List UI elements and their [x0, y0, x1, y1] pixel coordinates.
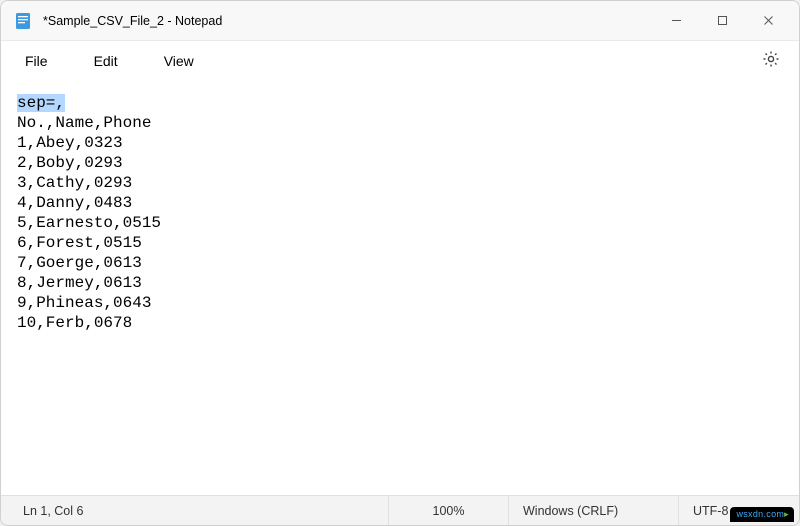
editor-content: No.,Name,Phone 1,Abey,0323 2,Boby,0293 3…	[17, 114, 161, 332]
status-position: Ln 1, Col 6	[1, 496, 389, 525]
notepad-app-icon	[13, 11, 33, 31]
minimize-button[interactable]	[653, 1, 699, 41]
menu-view[interactable]: View	[150, 47, 208, 75]
notepad-window: *Sample_CSV_File_2 - Notepad File Edit V…	[0, 0, 800, 526]
text-editor[interactable]: sep=, No.,Name,Phone 1,Abey,0323 2,Boby,…	[1, 81, 799, 495]
gear-icon	[762, 50, 780, 73]
close-button[interactable]	[745, 1, 791, 41]
window-title: *Sample_CSV_File_2 - Notepad	[43, 14, 222, 28]
status-line-ending: Windows (CRLF)	[509, 496, 679, 525]
menu-edit[interactable]: Edit	[80, 47, 132, 75]
menu-file[interactable]: File	[11, 47, 62, 75]
window-controls	[653, 1, 791, 41]
menubar: File Edit View	[1, 41, 799, 81]
maximize-button[interactable]	[699, 1, 745, 41]
titlebar: *Sample_CSV_File_2 - Notepad	[1, 1, 799, 41]
selected-text: sep=,	[17, 94, 65, 112]
statusbar: Ln 1, Col 6 100% Windows (CRLF) UTF-8	[1, 495, 799, 525]
settings-button[interactable]	[753, 43, 789, 79]
status-zoom: 100%	[389, 496, 509, 525]
watermark: wsxdn.com▸	[730, 507, 794, 522]
